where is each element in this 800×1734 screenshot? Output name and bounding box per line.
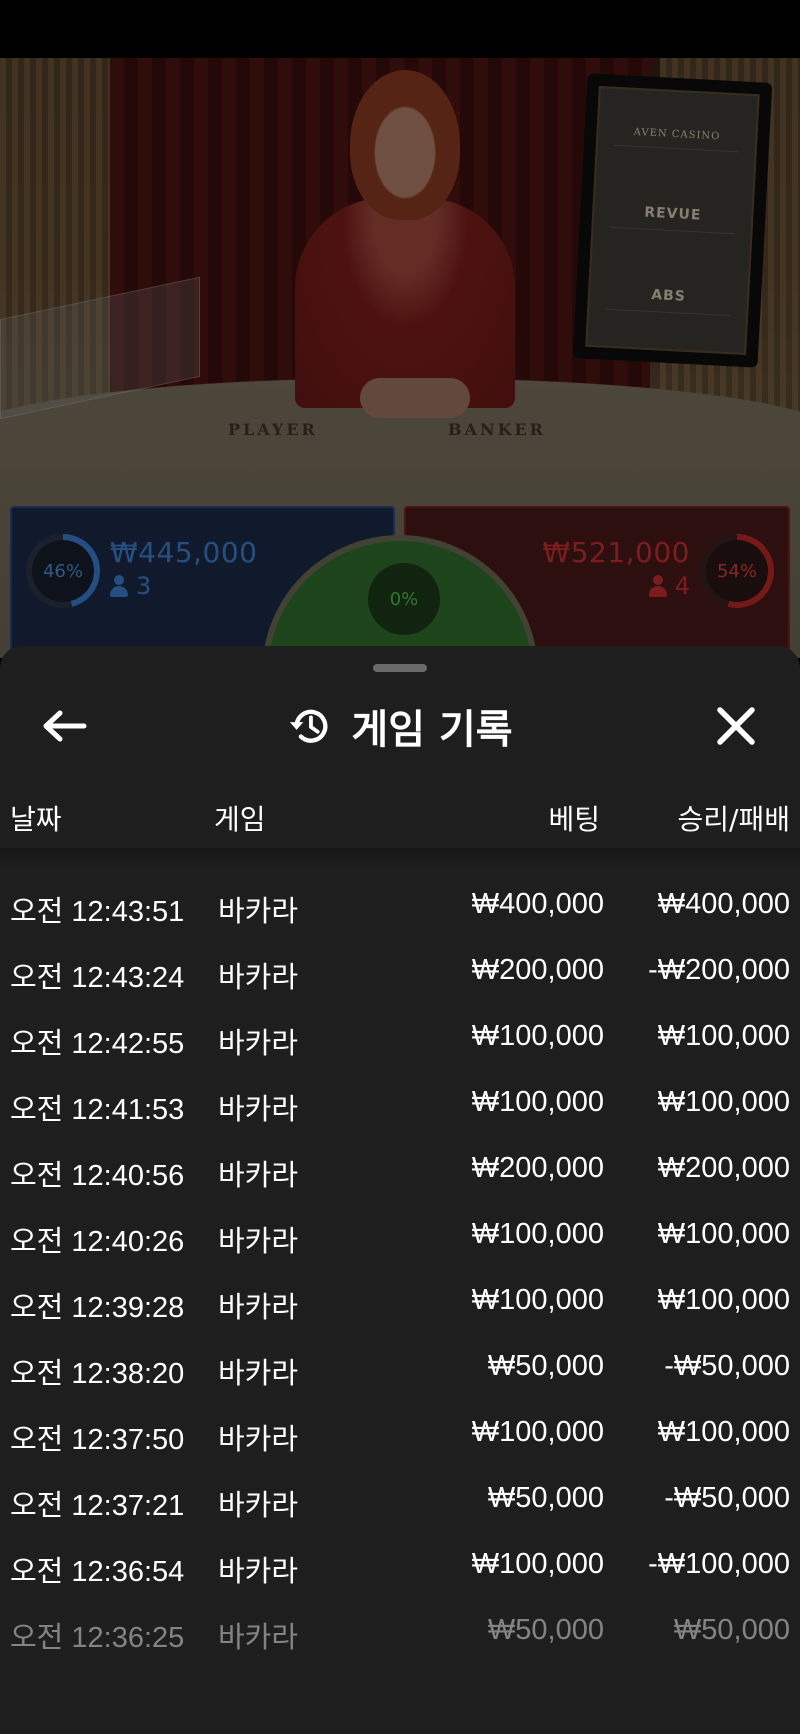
row-bet: ₩50,000: [487, 1614, 604, 1646]
row-game: 바카라: [218, 1160, 299, 1192]
history-icon: [290, 709, 328, 743]
row-date: 오전 12:36:54: [10, 1556, 185, 1588]
row-game: 바카라: [218, 1028, 299, 1060]
back-button[interactable]: [40, 704, 88, 748]
row-date: 오전 12:36:25: [10, 1622, 185, 1654]
row-win-loss: -₩200,000: [648, 954, 790, 986]
table-row[interactable]: 오전 12:43:51 바카라 ₩400,000 ₩400,000: [0, 870, 800, 936]
game-history-sheet: 게임 기록 날짜 게임 베팅 승리/패배 오전 12:43:51 바카라 ₩40…: [0, 646, 800, 1734]
row-date: 오전 12:42:55: [10, 1028, 185, 1060]
table-row[interactable]: 오전 12:36:25 바카라 ₩50,000 ₩50,000: [0, 1596, 800, 1662]
row-date: 오전 12:43:24: [10, 962, 185, 994]
table-row[interactable]: 오전 12:42:55 바카라 ₩100,000 ₩100,000: [0, 1002, 800, 1068]
header-divider: [0, 848, 800, 868]
row-game: 바카라: [218, 1226, 299, 1258]
close-icon: [717, 707, 755, 745]
table-row[interactable]: 오전 12:41:53 바카라 ₩100,000 ₩100,000: [0, 1068, 800, 1134]
table-row[interactable]: 오전 12:37:21 바카라 ₩50,000 -₩50,000: [0, 1464, 800, 1530]
row-game: 바카라: [218, 1622, 299, 1654]
row-win-loss: ₩400,000: [657, 888, 790, 920]
row-date: 오전 12:37:21: [10, 1490, 185, 1522]
row-game: 바카라: [218, 896, 299, 928]
table-row[interactable]: 오전 12:37:50 바카라 ₩100,000 ₩100,000: [0, 1398, 800, 1464]
row-win-loss: ₩100,000: [657, 1218, 790, 1250]
row-game: 바카라: [218, 1358, 299, 1390]
row-win-loss: -₩100,000: [648, 1548, 790, 1580]
history-list[interactable]: 오전 12:43:51 바카라 ₩400,000 ₩400,000 오전 12:…: [0, 870, 800, 1662]
row-date: 오전 12:38:20: [10, 1358, 185, 1390]
column-header-bet[interactable]: 베팅: [548, 798, 600, 838]
row-game: 바카라: [218, 1292, 299, 1324]
table-row[interactable]: 오전 12:39:28 바카라 ₩100,000 ₩100,000: [0, 1266, 800, 1332]
row-bet: ₩100,000: [471, 1416, 604, 1448]
row-win-loss: ₩50,000: [673, 1614, 790, 1646]
row-bet: ₩100,000: [471, 1086, 604, 1118]
table-header: 날짜 게임 베팅 승리/패배: [0, 786, 800, 846]
row-game: 바카라: [218, 1490, 299, 1522]
column-header-date[interactable]: 날짜: [10, 798, 62, 838]
row-date: 오전 12:43:51: [10, 896, 185, 928]
row-win-loss: -₩50,000: [664, 1350, 790, 1382]
row-date: 오전 12:39:28: [10, 1292, 185, 1324]
row-bet: ₩400,000: [471, 888, 604, 920]
row-win-loss: -₩50,000: [664, 1482, 790, 1514]
row-game: 바카라: [218, 1424, 299, 1456]
row-bet: ₩50,000: [487, 1350, 604, 1382]
row-bet: ₩50,000: [487, 1482, 604, 1514]
row-bet: ₩200,000: [471, 954, 604, 986]
row-win-loss: ₩100,000: [657, 1284, 790, 1316]
row-game: 바카라: [218, 962, 299, 994]
row-date: 오전 12:40:26: [10, 1226, 185, 1258]
row-game: 바카라: [218, 1556, 299, 1588]
row-bet: ₩100,000: [471, 1218, 604, 1250]
table-row[interactable]: 오전 12:40:56 바카라 ₩200,000 ₩200,000: [0, 1134, 800, 1200]
column-header-game[interactable]: 게임: [214, 798, 266, 838]
column-header-win-loss[interactable]: 승리/패배: [678, 798, 790, 838]
row-date: 오전 12:37:50: [10, 1424, 185, 1456]
row-date: 오전 12:41:53: [10, 1094, 185, 1126]
row-bet: ₩100,000: [471, 1548, 604, 1580]
row-bet: ₩200,000: [471, 1152, 604, 1184]
arrow-left-icon: [43, 710, 87, 742]
row-game: 바카라: [218, 1094, 299, 1126]
sheet-title: 게임 기록: [351, 707, 513, 753]
sheet-drag-handle[interactable]: [373, 664, 427, 672]
row-win-loss: ₩100,000: [657, 1020, 790, 1052]
table-row[interactable]: 오전 12:43:24 바카라 ₩200,000 -₩200,000: [0, 936, 800, 1002]
table-row[interactable]: 오전 12:38:20 바카라 ₩50,000 -₩50,000: [0, 1332, 800, 1398]
table-row[interactable]: 오전 12:40:26 바카라 ₩100,000 ₩100,000: [0, 1200, 800, 1266]
modal-dim-overlay[interactable]: [0, 0, 800, 680]
close-button[interactable]: [710, 700, 762, 752]
sheet-header: 게임 기록: [0, 686, 800, 766]
row-bet: ₩100,000: [471, 1284, 604, 1316]
row-win-loss: ₩200,000: [657, 1152, 790, 1184]
row-win-loss: ₩100,000: [657, 1086, 790, 1118]
row-win-loss: ₩100,000: [657, 1416, 790, 1448]
table-row[interactable]: 오전 12:36:54 바카라 ₩100,000 -₩100,000: [0, 1530, 800, 1596]
row-bet: ₩100,000: [471, 1020, 604, 1052]
row-date: 오전 12:40:56: [10, 1160, 185, 1192]
